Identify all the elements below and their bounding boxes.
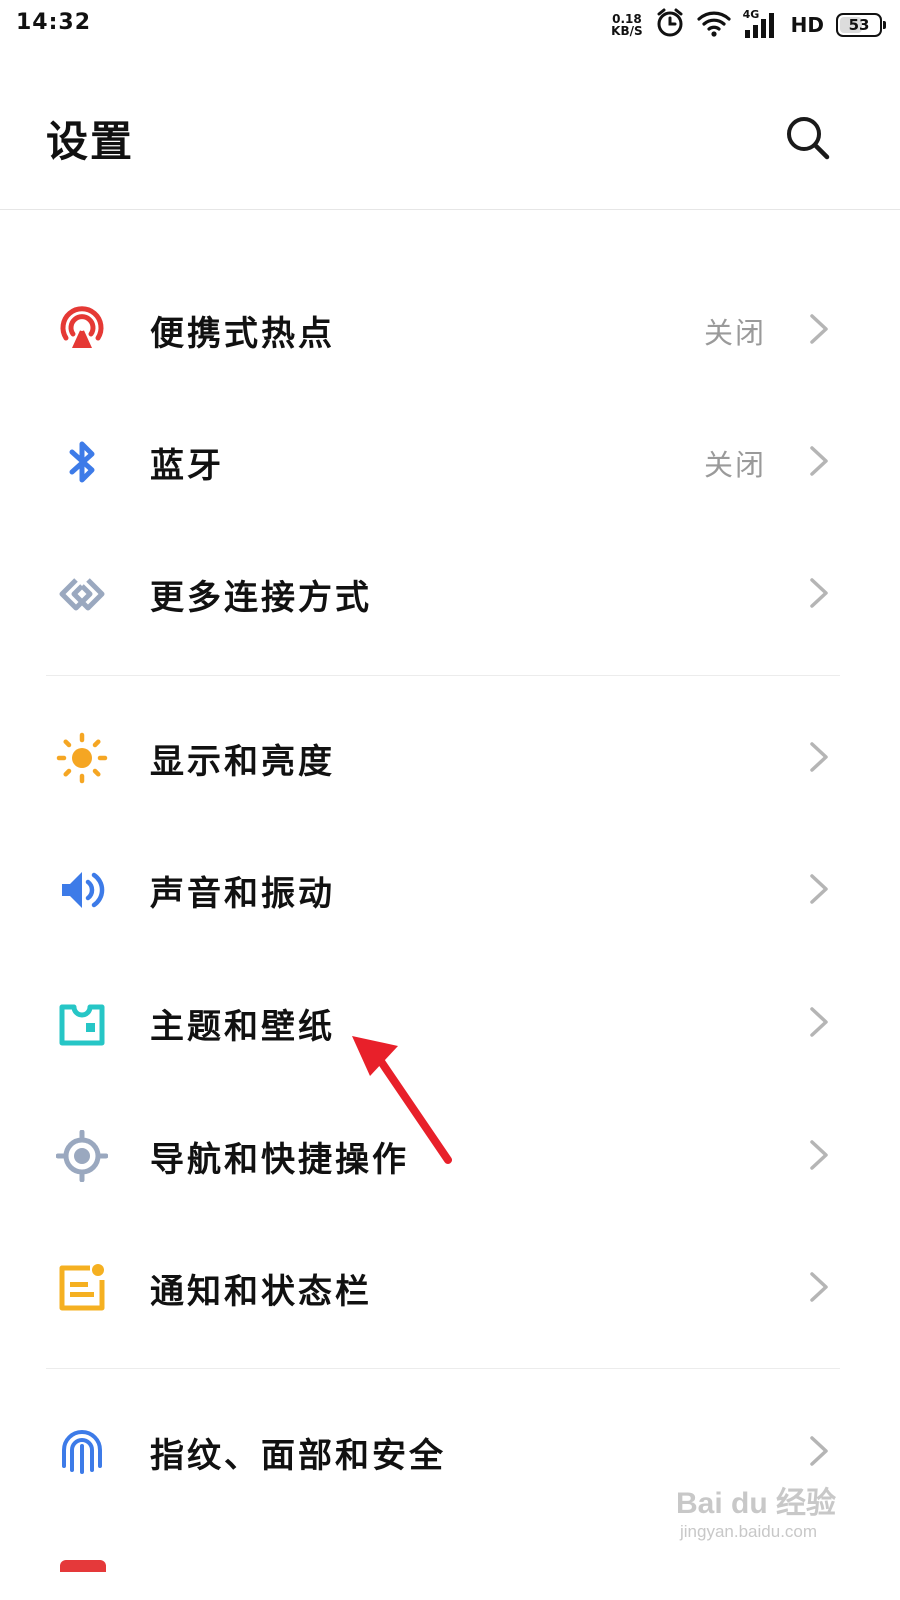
battery-icon: 53 — [836, 13, 886, 37]
settings-item-more-connections[interactable]: 更多连接方式 — [0, 526, 900, 658]
hd-voice-indicator: HD — [790, 13, 824, 37]
chevron-right-icon — [806, 576, 832, 610]
settings-item-bluetooth[interactable]: 蓝牙 关闭 — [0, 394, 900, 526]
chevron-right-icon — [806, 872, 832, 906]
network-speed: 0.18 KB/S — [611, 13, 642, 37]
section-divider — [46, 675, 840, 676]
settings-item-value: 关闭 — [703, 448, 766, 482]
settings-item-hotspot[interactable]: 便携式热点 关闭 — [0, 262, 900, 394]
search-icon — [784, 114, 832, 166]
scrolled-item-partial — [0, 1560, 900, 1600]
speaker-icon — [56, 864, 108, 916]
settings-item-label: 便携式热点 — [150, 314, 335, 354]
hotspot-icon — [56, 304, 108, 356]
chevron-right-icon — [806, 1005, 832, 1039]
page-header: 设置 — [0, 50, 900, 210]
chevron-right-icon — [806, 740, 832, 774]
settings-item-label: 更多连接方式 — [150, 578, 372, 618]
cellular-signal-icon: 4G — [743, 8, 779, 40]
fingerprint-icon — [56, 1426, 108, 1478]
status-time: 14:32 — [16, 10, 92, 35]
status-bar: 14:32 0.18 KB/S 4G HD 53 — [0, 0, 900, 50]
link-icon — [56, 568, 108, 620]
theme-icon — [56, 997, 108, 1049]
notification-icon — [56, 1262, 108, 1314]
navigation-icon — [56, 1130, 108, 1182]
settings-item-label: 声音和振动 — [150, 874, 335, 914]
network-speed-unit: KB/S — [611, 24, 643, 38]
bluetooth-icon — [56, 436, 108, 488]
battery-percent: 53 — [848, 16, 870, 34]
page-title: 设置 — [46, 117, 135, 166]
chevron-right-icon — [806, 1270, 832, 1304]
watermark-brand: Bai du 经验 — [676, 1487, 837, 1520]
sun-icon — [56, 732, 108, 784]
chevron-right-icon — [806, 444, 832, 478]
settings-item-label: 指纹、面部和安全 — [150, 1436, 446, 1476]
settings-item-label: 主题和壁纸 — [150, 1007, 335, 1047]
settings-item-display[interactable]: 显示和亮度 — [0, 690, 900, 822]
watermark-url: jingyan.baidu.com — [680, 1522, 818, 1541]
settings-item-sound[interactable]: 声音和振动 — [0, 822, 900, 954]
settings-item-label: 显示和亮度 — [150, 742, 335, 782]
section-divider — [46, 1368, 840, 1369]
alarm-icon — [655, 8, 685, 42]
settings-item-label: 通知和状态栏 — [150, 1272, 372, 1312]
chevron-right-icon — [806, 312, 832, 346]
baidu-jingyan-watermark: Bai du 经验 jingyan.baidu.com — [676, 1470, 876, 1560]
red-arrow-annotation — [340, 1020, 470, 1180]
wifi-icon — [697, 9, 731, 41]
scrolled-item-partial — [0, 196, 900, 210]
status-icons: 0.18 KB/S 4G HD 53 — [611, 8, 886, 42]
header-divider — [0, 209, 900, 210]
settings-item-notifications[interactable]: 通知和状态栏 — [0, 1220, 900, 1352]
settings-item-label: 蓝牙 — [150, 446, 224, 486]
chevron-right-icon — [806, 1138, 832, 1172]
search-button[interactable] — [780, 112, 836, 168]
settings-item-value: 关闭 — [703, 316, 766, 350]
chevron-right-icon — [806, 1434, 832, 1468]
